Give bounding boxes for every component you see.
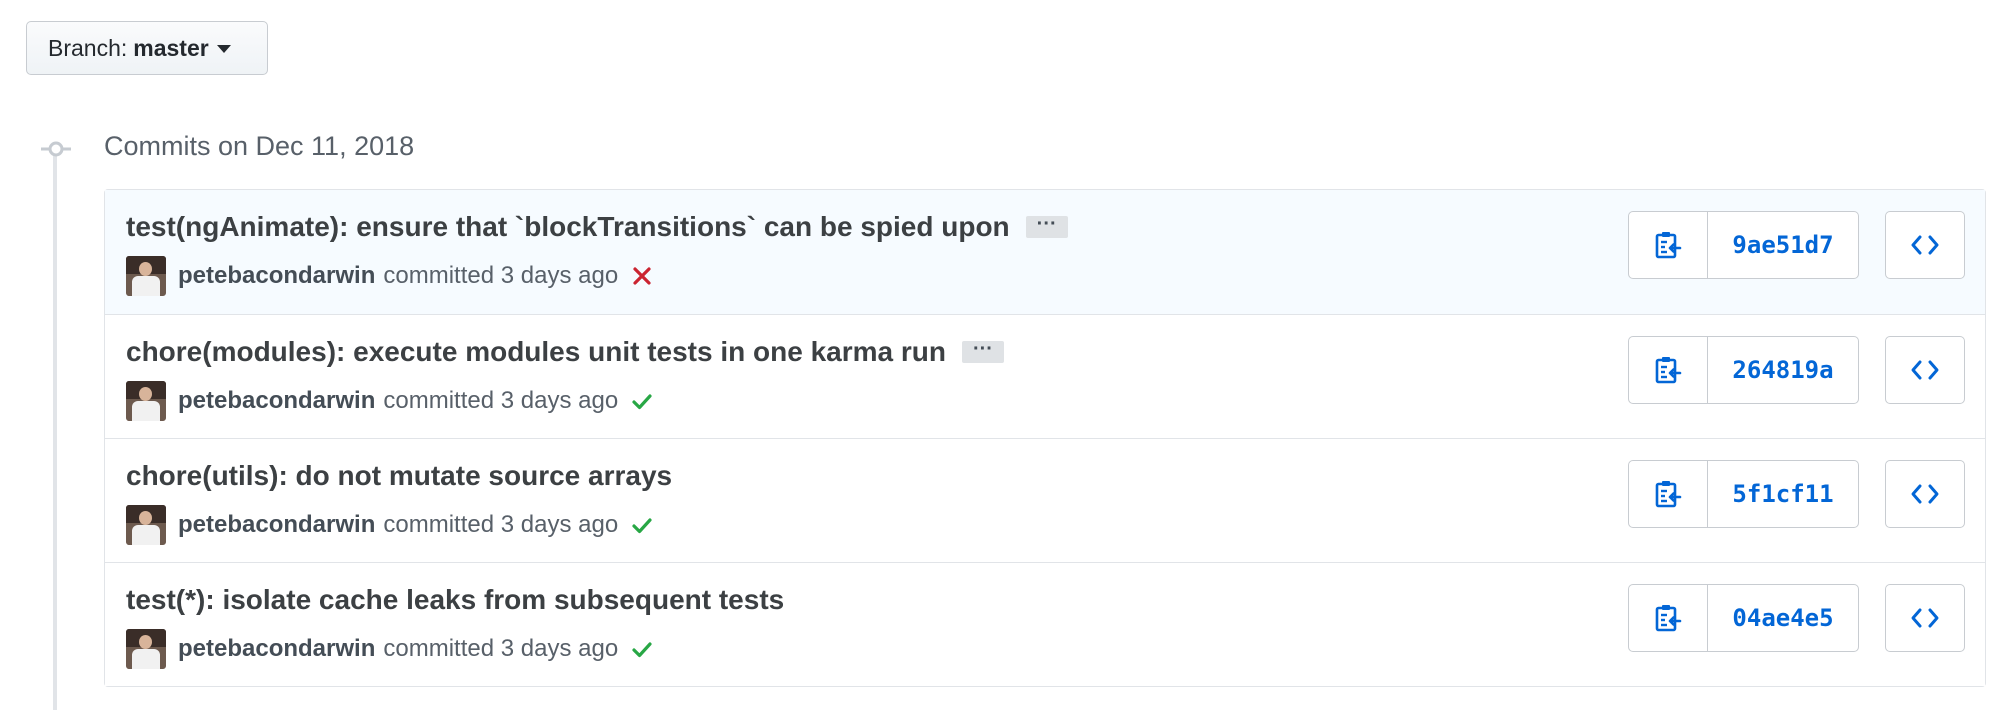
check-icon[interactable] [630,513,654,537]
commit-row: test(*): isolate cache leaks from subseq… [105,562,1985,686]
expand-message-button[interactable]: ··· [961,339,1004,363]
code-brackets-icon [1911,360,1939,380]
commit-row: test(ngAnimate): ensure that `blockTrans… [105,190,1985,314]
commit-action-text: committed [383,262,495,289]
clipboard-icon [1655,605,1682,632]
branch-value: master [133,34,209,61]
clipboard-icon [1655,232,1682,259]
commit-title-link[interactable]: test(*): isolate cache leaks from subseq… [126,584,784,616]
code-brackets-icon [1911,484,1939,504]
sha-button-group: 04ae4e5 [1628,584,1859,652]
avatar[interactable] [126,381,166,421]
copy-sha-button[interactable] [1629,337,1708,403]
commit-author-link[interactable]: petebacondarwin [178,511,375,539]
commit-time: 3 days ago [500,635,619,662]
expand-message-button[interactable]: ··· [1025,214,1068,238]
copy-sha-button[interactable] [1629,212,1708,278]
sha-button-group: 264819a [1628,336,1859,404]
check-icon[interactable] [630,637,654,661]
commit-action-text: committed [383,387,495,414]
clipboard-icon [1655,481,1682,508]
sha-button-group: 5f1cf11 [1628,460,1859,528]
copy-sha-button[interactable] [1629,585,1708,651]
commit-author-link[interactable]: petebacondarwin [178,635,375,663]
commit-action-text: committed [383,635,495,662]
code-brackets-icon [1911,235,1939,255]
avatar[interactable] [126,505,166,545]
commit-list: test(ngAnimate): ensure that `blockTrans… [104,189,1986,687]
branch-label: Branch: [48,34,128,61]
git-commit-icon [41,141,71,157]
commit-date-heading: Commits on Dec 11, 2018 [104,131,415,161]
commit-title-link[interactable]: test(ngAnimate): ensure that `blockTrans… [126,211,1010,243]
browse-repo-button[interactable] [1885,460,1965,528]
commit-title-link[interactable]: chore(utils): do not mutate source array… [126,460,672,492]
commit-row: chore(modules): execute modules unit tes… [105,314,1985,438]
browse-repo-button[interactable] [1885,336,1965,404]
commit-sha-link[interactable]: 9ae51d7 [1708,212,1858,278]
commit-sha-link[interactable]: 264819a [1708,337,1858,403]
commit-row: chore(utils): do not mutate source array… [105,438,1985,562]
branch-select-button[interactable]: Branch: master [26,21,268,75]
commit-sha-link[interactable]: 5f1cf11 [1708,461,1858,527]
commit-title-link[interactable]: chore(modules): execute modules unit tes… [126,336,946,368]
commit-author-link[interactable]: petebacondarwin [178,387,375,415]
browse-repo-button[interactable] [1885,211,1965,279]
commit-sha-link[interactable]: 04ae4e5 [1708,585,1858,651]
commit-time: 3 days ago [500,262,619,289]
commit-author-link[interactable]: petebacondarwin [178,262,375,290]
clipboard-icon [1655,357,1682,384]
avatar[interactable] [126,256,166,296]
copy-sha-button[interactable] [1629,461,1708,527]
avatar[interactable] [126,629,166,669]
sha-button-group: 9ae51d7 [1628,211,1859,279]
timeline-line [53,150,57,710]
check-icon[interactable] [630,389,654,413]
code-brackets-icon [1911,608,1939,628]
browse-repo-button[interactable] [1885,584,1965,652]
commit-action-text: committed [383,511,495,538]
commit-time: 3 days ago [500,387,619,414]
x-icon[interactable] [630,264,654,288]
commit-time: 3 days ago [500,511,619,538]
caret-down-icon [216,45,231,53]
